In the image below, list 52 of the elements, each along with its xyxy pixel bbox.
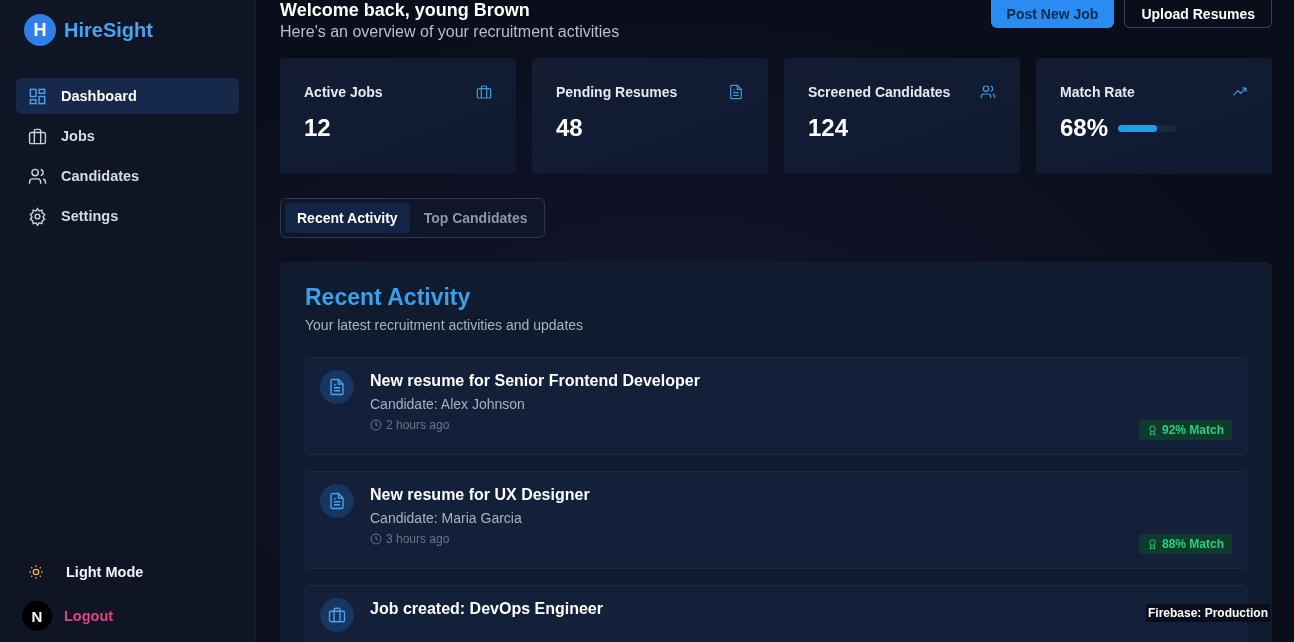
- briefcase-icon: [328, 606, 346, 624]
- stat-label: Pending Resumes: [556, 84, 678, 100]
- activity-item[interactable]: New resume for UX Designer Candidate: Maria Garcia 3 hours ago 88% Match: [305, 471, 1247, 569]
- activity-title: Job created: DevOps Engineer: [370, 600, 603, 618]
- brand-name: HireSight: [64, 18, 153, 42]
- activity-time: 2 hours ago: [386, 418, 450, 432]
- match-badge: 88% Match: [1138, 534, 1232, 554]
- document-icon: [328, 492, 346, 510]
- clock-icon: [370, 419, 382, 431]
- tab[interactable]: Recent Activity: [285, 203, 410, 233]
- activity-detail: Candidate: Alex Johnson: [370, 396, 526, 412]
- environment-badge: Firebase: Production: [1145, 604, 1270, 622]
- sidebar-item[interactable]: Settings: [16, 198, 239, 234]
- users-icon: [980, 84, 996, 100]
- clock-icon: [370, 533, 382, 545]
- tab[interactable]: Top Candidates: [411, 203, 540, 233]
- match-badge: 92% Match: [1138, 420, 1232, 440]
- sidebar-item[interactable]: Jobs: [16, 118, 239, 154]
- briefcase-icon: [28, 126, 47, 146]
- sidebar-item[interactable]: Candidates: [16, 158, 239, 194]
- upload-button[interactable]: Upload Resumes: [1124, 0, 1272, 28]
- stat-value: 124: [808, 114, 849, 142]
- activity-item[interactable]: New resume for Senior Frontend Developer Candidate: Alex Johnson 2 hours ago 92% Match: [305, 357, 1247, 455]
- logout-button[interactable]: Logout: [64, 608, 114, 624]
- briefcase-icon: [476, 84, 492, 100]
- document-icon: [328, 378, 346, 396]
- activity-title: New resume for Senior Frontend Developer: [370, 372, 700, 390]
- dev-badge[interactable]: N: [22, 601, 52, 631]
- page-title: Welcome back, young Brown: [280, 0, 531, 21]
- activity-time: 3 hours ago: [386, 532, 450, 546]
- light-mode-button[interactable]: Light Mode: [16, 554, 239, 590]
- logo-badge: H: [24, 14, 56, 46]
- dashboard-icon: [28, 86, 47, 106]
- stat-value: 68%: [1060, 114, 1109, 142]
- stat-label: Match Rate: [1060, 84, 1135, 100]
- panel-subtitle: Your latest recruitment activities and updates: [305, 317, 585, 333]
- users-icon: [28, 166, 47, 186]
- stat-label: Active Jobs: [304, 84, 383, 100]
- document-icon: [728, 84, 744, 100]
- activity-title: New resume for UX Designer: [370, 486, 590, 504]
- award-icon: [1146, 424, 1158, 436]
- post-job-button[interactable]: Post New Job: [990, 0, 1115, 28]
- sun-icon: [28, 564, 44, 580]
- activity-detail: Candidate: Maria Garcia: [370, 510, 523, 526]
- panel-title: Recent Activity: [305, 284, 472, 311]
- settings-icon: [28, 206, 47, 226]
- award-icon: [1146, 538, 1158, 550]
- stat-value: 48: [556, 114, 583, 142]
- sidebar-item[interactable]: Dashboard: [16, 78, 239, 114]
- stat-label: Screened Candidates: [808, 84, 951, 100]
- page-subtitle: Here's an overview of your recruitment activities: [280, 22, 620, 41]
- stat-value: 12: [304, 114, 331, 142]
